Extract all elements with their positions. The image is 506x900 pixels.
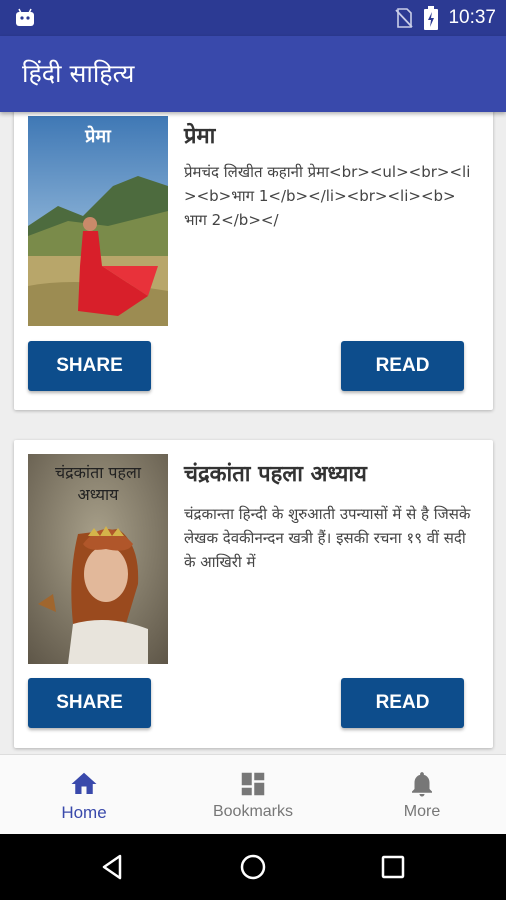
book-title[interactable]: प्रेमा (184, 120, 215, 150)
book-cover[interactable]: चंद्रकांता पहला अध्याय (28, 454, 168, 664)
bottom-navigation: Home Bookmarks More (0, 754, 506, 835)
nav-item-home[interactable]: Home (0, 755, 168, 835)
nav-item-more[interactable]: More (338, 755, 506, 835)
book-title[interactable]: चंद्रकांता पहला अध्याय (184, 458, 367, 488)
app-bar: हिंदी साहित्य (0, 36, 506, 112)
android-debug-icon (16, 8, 34, 26)
back-icon[interactable] (98, 852, 128, 882)
nav-item-bookmarks[interactable]: Bookmarks (169, 755, 337, 835)
home-icon (71, 772, 97, 794)
read-button[interactable]: READ (341, 341, 464, 391)
book-card[interactable]: चंद्रकांता पहला अध्याय चंद्रकांता पहला अ… (14, 440, 493, 748)
share-button[interactable]: SHARE (28, 678, 151, 728)
app-title: हिंदी साहित्य (22, 59, 135, 88)
clock: 10:37 (448, 7, 496, 28)
book-cover[interactable]: प्रेमा (28, 116, 168, 326)
read-button[interactable]: READ (341, 678, 464, 728)
home-circle-icon[interactable] (238, 852, 268, 882)
book-list[interactable]: प्रेमा प्रेमा प्रेमचंद लिखीत कहानी प्रेम… (0, 112, 506, 754)
recents-icon[interactable] (378, 852, 408, 882)
book-card[interactable]: प्रेमा प्रेमा प्रेमचंद लिखीत कहानी प्रेम… (14, 112, 493, 410)
dashboard-icon (241, 772, 265, 796)
nav-label-home: Home (61, 803, 107, 822)
bell-icon (412, 772, 432, 797)
nav-label-more: More (403, 803, 441, 820)
book-description: चंद्रकान्ता हिन्दी के शुरुआती उपन्यासों … (184, 505, 471, 571)
battery-charging-icon (424, 6, 439, 30)
status-bar: 10:37 (0, 0, 506, 36)
no-sim-icon (395, 8, 414, 28)
cover-title: प्रेमा (85, 126, 111, 147)
nav-label-bookmarks: Bookmarks (212, 803, 294, 820)
system-navigation-bar (0, 834, 506, 900)
cover-title: चंद्रकांता पहला अध्याय (54, 463, 141, 504)
share-button[interactable]: SHARE (28, 341, 151, 391)
book-description: प्रेमचंद लिखीत कहानी प्रेमा<br><ul><br><… (184, 163, 471, 229)
